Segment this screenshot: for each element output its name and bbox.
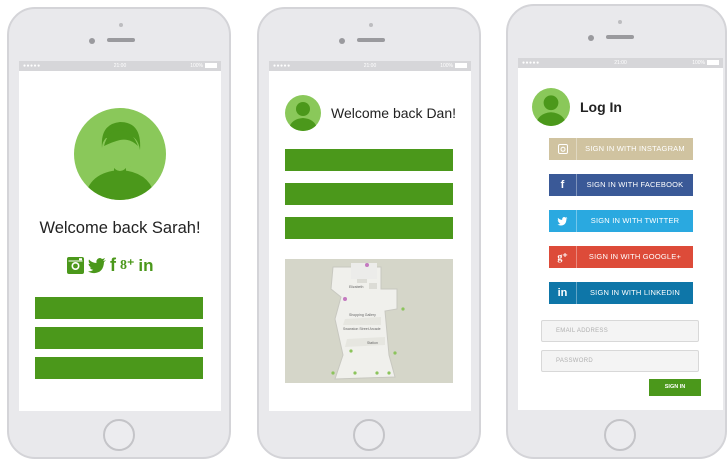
home-button[interactable] <box>103 419 135 451</box>
google-signin-label: SIGN IN WITH GOOGLE+ <box>588 252 682 261</box>
instagram-icon[interactable] <box>67 257 84 274</box>
twitter-icon[interactable] <box>88 257 106 274</box>
front-camera <box>89 38 95 44</box>
phone-frame-2: ●●●●● 21:00 100% Welcome back Dan! Shopp… <box>257 7 481 459</box>
home-button[interactable] <box>353 419 385 451</box>
earpiece-speaker <box>606 35 634 39</box>
password-field[interactable]: PASSWORD <box>541 350 699 372</box>
map-label-arcade: Swanston Street Arcade <box>343 327 381 331</box>
battery-icon <box>205 63 217 69</box>
facebook-signin-button[interactable]: f SIGN IN WITH FACEBOOK <box>549 174 693 196</box>
instagram-icon <box>549 138 577 160</box>
menu-bar-1[interactable] <box>35 297 203 319</box>
map-label-shopping-gallery: Shopping Gallery <box>349 313 376 317</box>
menu-bar-1[interactable] <box>285 149 453 171</box>
google-signin-button[interactable]: g⁺ SIGN IN WITH GOOGLE+ <box>549 246 693 268</box>
twitter-signin-button[interactable]: SIGN IN WITH TWITTER <box>549 210 693 232</box>
phone-frame-3: ●●●●● 21:00 100% Log In SIGN IN WITH INS… <box>506 4 727 459</box>
screen-1: ●●●●● 21:00 100% Welcome back Sarah! f 8… <box>19 61 221 411</box>
google-plus-icon[interactable]: 8⁺ <box>120 257 134 274</box>
battery-icon <box>707 60 719 66</box>
earpiece-speaker <box>357 38 385 42</box>
front-camera <box>588 35 594 41</box>
status-bar: ●●●●● 21:00 100% <box>19 61 221 71</box>
map-label-station: Station <box>367 341 378 345</box>
sensor-dot <box>618 20 622 24</box>
screen-3: ●●●●● 21:00 100% Log In SIGN IN WITH INS… <box>518 58 723 410</box>
menu-bar-2[interactable] <box>285 183 453 205</box>
map-floorplan <box>330 263 405 380</box>
battery-icon <box>455 63 467 69</box>
linkedin-icon: in <box>549 282 577 304</box>
facebook-signin-label: SIGN IN WITH FACEBOOK <box>586 180 684 189</box>
map-view[interactable]: Shopping Gallery Swanston Street Arcade … <box>285 259 453 383</box>
google-plus-icon: g⁺ <box>549 246 577 268</box>
twitter-icon <box>549 210 577 232</box>
front-camera <box>339 38 345 44</box>
home-button[interactable] <box>604 419 636 451</box>
battery-percent: 100% <box>440 63 453 69</box>
sensor-dot <box>119 23 123 27</box>
screen-2: ●●●●● 21:00 100% Welcome back Dan! Shopp… <box>269 61 471 411</box>
status-bar: ●●●●● 21:00 100% <box>518 58 723 68</box>
avatar-dan-icon <box>285 95 321 131</box>
linkedin-signin-button[interactable]: in SIGN IN WITH LINKEDIN <box>549 282 693 304</box>
menu-bar-3[interactable] <box>35 357 203 379</box>
instagram-signin-button[interactable]: SIGN IN WITH INSTAGRAM <box>549 138 693 160</box>
earpiece-speaker <box>107 38 135 42</box>
avatar-user-icon <box>532 88 570 126</box>
battery-percent: 100% <box>190 63 203 69</box>
linkedin-icon[interactable]: in <box>138 257 153 274</box>
email-field[interactable]: EMAIL ADDRESS <box>541 320 699 342</box>
signin-button[interactable]: SIGN IN <box>649 379 701 396</box>
instagram-signin-label: SIGN IN WITH INSTAGRAM <box>585 144 685 153</box>
linkedin-signin-label: SIGN IN WITH LINKEDIN <box>589 288 681 297</box>
sensor-dot <box>369 23 373 27</box>
avatar-sarah-icon <box>74 108 166 200</box>
facebook-icon[interactable]: f <box>110 256 116 274</box>
login-title: Log In <box>580 99 622 115</box>
social-icons-row: f 8⁺ in <box>67 256 154 274</box>
battery-percent: 100% <box>692 60 705 66</box>
map-label-elizabeth: Elizabeth <box>349 285 364 289</box>
facebook-icon: f <box>549 174 577 196</box>
menu-bar-2[interactable] <box>35 327 203 349</box>
welcome-title: Welcome back Dan! <box>331 105 457 121</box>
twitter-signin-label: SIGN IN WITH TWITTER <box>590 216 680 225</box>
status-bar: ●●●●● 21:00 100% <box>269 61 471 71</box>
menu-bar-3[interactable] <box>285 217 453 239</box>
welcome-title: Welcome back Sarah! <box>39 219 201 237</box>
phone-frame-1: ●●●●● 21:00 100% Welcome back Sarah! f 8… <box>7 7 231 459</box>
